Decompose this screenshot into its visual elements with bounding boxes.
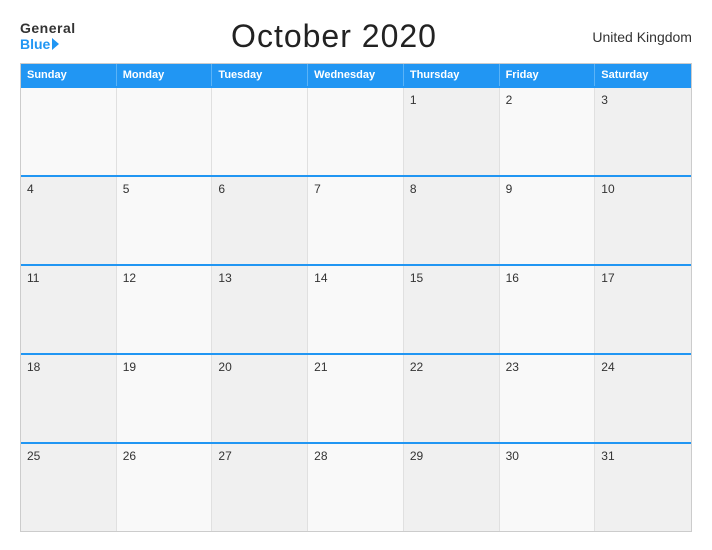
day-cell-31: 31 bbox=[595, 444, 691, 531]
day-cell-16: 16 bbox=[500, 266, 596, 353]
day-cell bbox=[21, 88, 117, 175]
header-thursday: Thursday bbox=[404, 64, 500, 86]
day-cell-8: 8 bbox=[404, 177, 500, 264]
day-cell-27: 27 bbox=[212, 444, 308, 531]
logo: General Blue bbox=[20, 21, 76, 52]
day-headers-row: Sunday Monday Tuesday Wednesday Thursday… bbox=[21, 64, 691, 86]
day-cell bbox=[117, 88, 213, 175]
weeks-container: 1 2 3 4 5 6 7 8 9 10 11 12 13 14 15 16 bbox=[21, 86, 691, 531]
day-cell-11: 11 bbox=[21, 266, 117, 353]
day-cell-21: 21 bbox=[308, 355, 404, 442]
day-cell-13: 13 bbox=[212, 266, 308, 353]
day-cell-28: 28 bbox=[308, 444, 404, 531]
day-number: 18 bbox=[27, 360, 110, 374]
logo-general-text: General bbox=[20, 21, 76, 36]
day-cell-22: 22 bbox=[404, 355, 500, 442]
header: General Blue October 2020 United Kingdom bbox=[20, 18, 692, 55]
day-cell-19: 19 bbox=[117, 355, 213, 442]
day-number: 17 bbox=[601, 271, 685, 285]
day-cell-10: 10 bbox=[595, 177, 691, 264]
day-cell-4: 4 bbox=[21, 177, 117, 264]
day-cell-14: 14 bbox=[308, 266, 404, 353]
day-number: 12 bbox=[123, 271, 206, 285]
day-cell-3: 3 bbox=[595, 88, 691, 175]
logo-blue-text: Blue bbox=[20, 37, 76, 52]
day-number: 21 bbox=[314, 360, 397, 374]
day-cell-2: 2 bbox=[500, 88, 596, 175]
day-cell-12: 12 bbox=[117, 266, 213, 353]
day-cell-18: 18 bbox=[21, 355, 117, 442]
day-number: 14 bbox=[314, 271, 397, 285]
day-number: 16 bbox=[506, 271, 589, 285]
day-cell-5: 5 bbox=[117, 177, 213, 264]
day-number: 27 bbox=[218, 449, 301, 463]
day-cell-30: 30 bbox=[500, 444, 596, 531]
day-number: 5 bbox=[123, 182, 206, 196]
day-number: 25 bbox=[27, 449, 110, 463]
week-row-4: 18 19 20 21 22 23 24 bbox=[21, 353, 691, 442]
month-title: October 2020 bbox=[231, 18, 437, 55]
week-row-1: 1 2 3 bbox=[21, 86, 691, 175]
header-sunday: Sunday bbox=[21, 64, 117, 86]
day-number: 10 bbox=[601, 182, 685, 196]
day-cell-7: 7 bbox=[308, 177, 404, 264]
country-label: United Kingdom bbox=[592, 29, 692, 45]
day-number: 31 bbox=[601, 449, 685, 463]
day-number: 26 bbox=[123, 449, 206, 463]
day-number: 15 bbox=[410, 271, 493, 285]
day-cell-15: 15 bbox=[404, 266, 500, 353]
day-number: 6 bbox=[218, 182, 301, 196]
day-number: 22 bbox=[410, 360, 493, 374]
day-cell bbox=[212, 88, 308, 175]
day-cell-17: 17 bbox=[595, 266, 691, 353]
logo-triangle-icon bbox=[52, 38, 59, 50]
day-number: 8 bbox=[410, 182, 493, 196]
day-cell-9: 9 bbox=[500, 177, 596, 264]
day-cell-26: 26 bbox=[117, 444, 213, 531]
calendar-grid: Sunday Monday Tuesday Wednesday Thursday… bbox=[20, 63, 692, 532]
header-saturday: Saturday bbox=[595, 64, 691, 86]
day-number: 19 bbox=[123, 360, 206, 374]
calendar-page: General Blue October 2020 United Kingdom… bbox=[0, 0, 712, 550]
header-friday: Friday bbox=[500, 64, 596, 86]
day-cell-23: 23 bbox=[500, 355, 596, 442]
day-number: 7 bbox=[314, 182, 397, 196]
day-number: 3 bbox=[601, 93, 685, 107]
day-number: 23 bbox=[506, 360, 589, 374]
week-row-5: 25 26 27 28 29 30 31 bbox=[21, 442, 691, 531]
week-row-3: 11 12 13 14 15 16 17 bbox=[21, 264, 691, 353]
header-monday: Monday bbox=[117, 64, 213, 86]
day-cell-25: 25 bbox=[21, 444, 117, 531]
header-wednesday: Wednesday bbox=[308, 64, 404, 86]
day-number: 9 bbox=[506, 182, 589, 196]
day-cell bbox=[308, 88, 404, 175]
day-number: 29 bbox=[410, 449, 493, 463]
day-number: 20 bbox=[218, 360, 301, 374]
week-row-2: 4 5 6 7 8 9 10 bbox=[21, 175, 691, 264]
day-number: 1 bbox=[410, 93, 493, 107]
day-number: 4 bbox=[27, 182, 110, 196]
day-number: 28 bbox=[314, 449, 397, 463]
day-number: 30 bbox=[506, 449, 589, 463]
day-cell-6: 6 bbox=[212, 177, 308, 264]
day-cell-29: 29 bbox=[404, 444, 500, 531]
day-cell-1: 1 bbox=[404, 88, 500, 175]
day-number: 13 bbox=[218, 271, 301, 285]
day-number: 24 bbox=[601, 360, 685, 374]
day-cell-20: 20 bbox=[212, 355, 308, 442]
day-number: 2 bbox=[506, 93, 589, 107]
header-tuesday: Tuesday bbox=[212, 64, 308, 86]
day-number: 11 bbox=[27, 271, 110, 285]
day-cell-24: 24 bbox=[595, 355, 691, 442]
